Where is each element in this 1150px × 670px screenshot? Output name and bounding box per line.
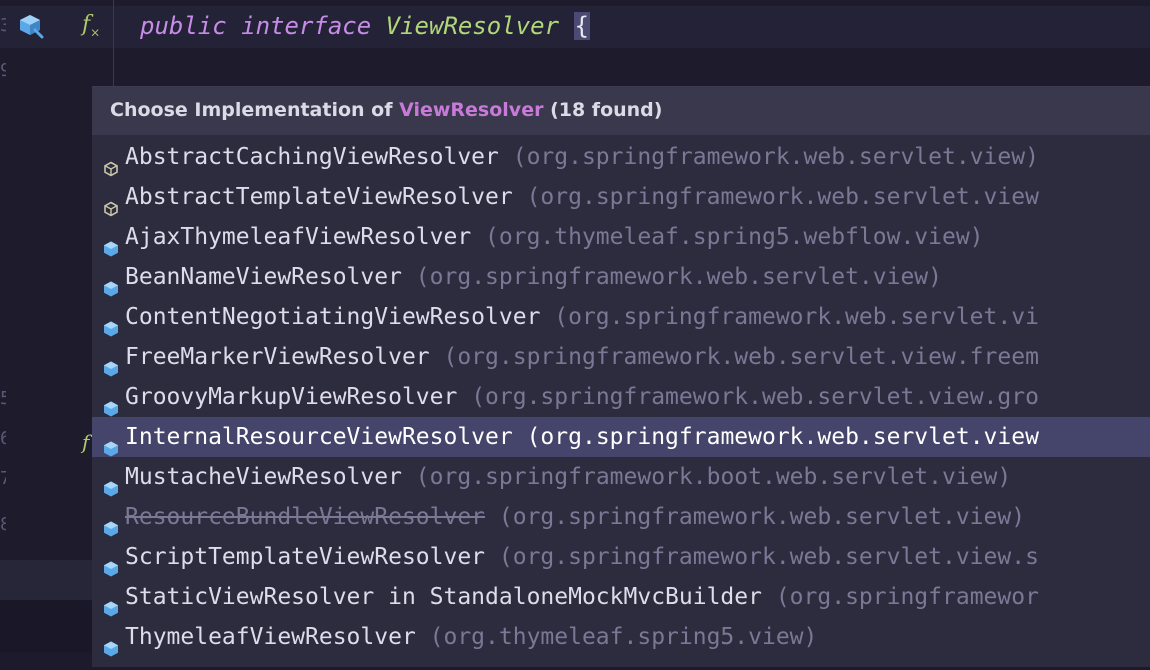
implementation-class-name: FreeMarkerViewResolver [125,344,430,370]
editor-panel-strip [0,600,92,652]
implementation-package: (org.springframework.web.servlet.view [512,424,1039,450]
class-icon [103,630,119,657]
class-icon [103,430,119,457]
class-icon [103,390,119,417]
list-item[interactable]: ContentNegotiatingViewResolver (org.spri… [92,297,1150,337]
list-item[interactable]: AbstractTemplateViewResolver (org.spring… [92,177,1150,217]
code-line[interactable]: public interface ViewResolver { [140,12,590,40]
line-number: 6 [0,428,6,449]
list-item[interactable]: BeanNameViewResolver (org.springframewor… [92,257,1150,297]
line-number: 7 [0,468,6,489]
implementation-class-name: BeanNameViewResolver [125,264,402,290]
list-item[interactable]: ResourceBundleViewResolver (org.springfr… [92,497,1150,537]
implementation-package: (org.springframework.web.servlet.view.s [485,544,1039,570]
implementation-class-name: AjaxThymeleafViewResolver [125,224,472,250]
choose-implementation-popup[interactable]: Choose Implementation of ViewResolver (1… [92,86,1150,667]
line-number: 3 [0,15,6,36]
implementation-class-name: StaticViewResolver in StandaloneMockMvcB… [125,584,762,610]
implementation-class-name: InternalResourceViewResolver [125,424,513,450]
list-item[interactable]: StaticViewResolver in StandaloneMockMvcB… [92,577,1150,617]
list-item[interactable]: ThymeleafViewResolver (org.thymeleaf.spr… [92,617,1150,657]
abstract-class-icon [103,190,119,217]
fx-icon[interactable]: f× [82,12,100,39]
implementation-package: (org.springframework.boot.web.servlet.vi… [401,464,1012,490]
popup-title-prefix: Choose Implementation of [110,99,400,121]
popup-title-class: ViewResolver [399,99,544,121]
open-brace: { [573,12,590,40]
implementation-package: (org.thymeleaf.spring5.view) [415,624,818,650]
popup-title-count: (18 found) [543,99,663,121]
list-item[interactable]: MustacheViewResolver (org.springframewor… [92,457,1150,497]
implementation-class-name: ResourceBundleViewResolver [125,504,486,530]
class-icon [103,510,119,537]
list-item[interactable]: ScriptTemplateViewResolver (org.springfr… [92,537,1150,577]
implementation-package: (org.springframework.web.servlet.view) [401,264,942,290]
class-icon [103,350,119,377]
implementation-class-name: MustacheViewResolver [125,464,402,490]
popup-title: Choose Implementation of ViewResolver (1… [92,87,1150,135]
line-number: 5 [0,388,6,409]
implementation-package: (org.springframework.web.servlet.view.gr… [457,384,1039,410]
list-item[interactable]: AjaxThymeleafViewResolver (org.thymeleaf… [92,217,1150,257]
list-item[interactable]: GroovyMarkupViewResolver (org.springfram… [92,377,1150,417]
implementation-list[interactable]: AbstractCachingViewResolver (org.springf… [92,137,1150,657]
class-icon [103,590,119,617]
line-number: 8 [0,514,6,535]
line-number: 9 [0,60,6,81]
interface-icon[interactable] [18,13,44,43]
abstract-class-icon [103,150,119,177]
implementation-package: (org.springframework.web.servlet.view) [498,144,1039,170]
editor-panel-strip [0,560,92,600]
implementation-class-name: AbstractTemplateViewResolver [125,184,513,210]
implementation-package: (org.springframework.web.servlet.view) [485,504,1026,530]
implementation-class-name: ContentNegotiatingViewResolver [125,304,541,330]
keyword-interface: interface [241,12,372,40]
list-item[interactable]: FreeMarkerViewResolver (org.springframew… [92,337,1150,377]
implementation-package: (org.springframework.web.servlet.vi [540,304,1039,330]
fx-icon[interactable]: f [82,430,89,454]
implementation-class-name: ThymeleafViewResolver [125,624,416,650]
implementation-class-name: ScriptTemplateViewResolver [125,544,486,570]
class-icon [103,310,119,337]
gutter-divider [113,0,114,90]
class-icon [103,470,119,497]
class-icon [103,270,119,297]
list-item[interactable]: InternalResourceViewResolver (org.spring… [92,417,1150,457]
list-item[interactable]: AbstractCachingViewResolver (org.springf… [92,137,1150,177]
implementation-package: (org.springframework.web.servlet.view [512,184,1039,210]
keyword-public: public [140,12,227,40]
class-icon [103,550,119,577]
implementation-package: (org.springframewor [761,584,1039,610]
class-icon [103,230,119,257]
implementation-class-name: AbstractCachingViewResolver [125,144,499,170]
implementation-package: (org.thymeleaf.spring5.webflow.view) [471,224,984,250]
implementation-package: (org.springframework.web.servlet.view.fr… [429,344,1039,370]
implementation-class-name: GroovyMarkupViewResolver [125,384,458,410]
interface-name: ViewResolver [385,12,560,40]
